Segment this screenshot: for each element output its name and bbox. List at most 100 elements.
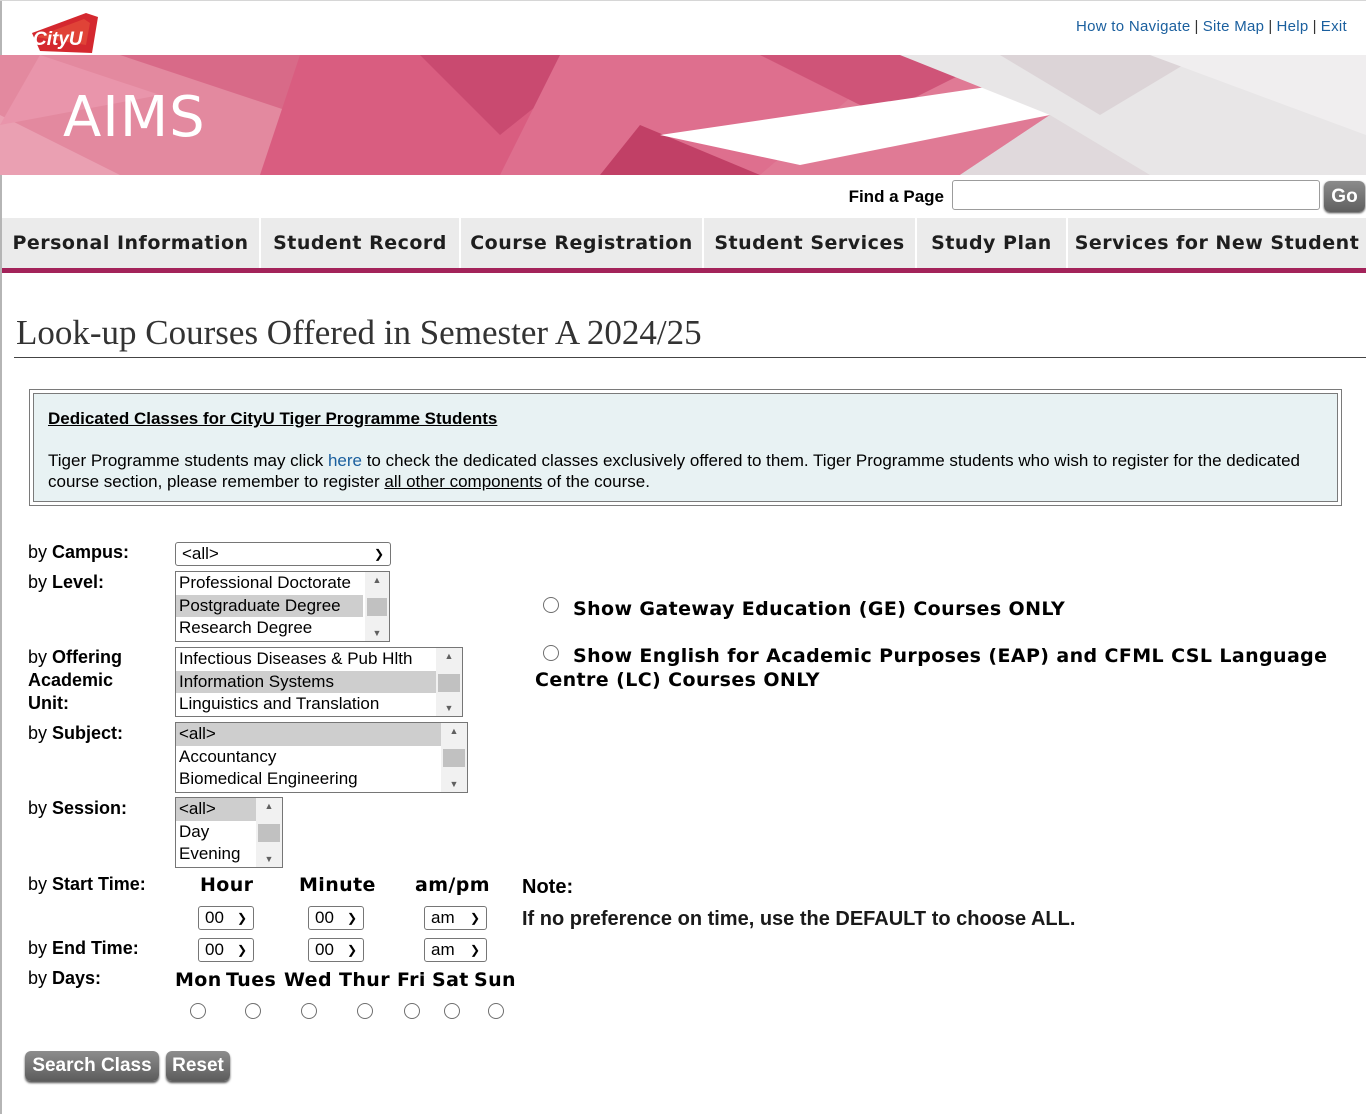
day-mon-radio[interactable] bbox=[190, 1003, 206, 1019]
banner-title: AIMS bbox=[63, 85, 206, 150]
session-listbox[interactable]: <all> Day Evening ▲ ▼ bbox=[175, 797, 283, 868]
tiger-programme-notice: Dedicated Classes for CityU Tiger Progra… bbox=[29, 389, 1342, 506]
list-item[interactable]: Postgraduate Degree bbox=[176, 594, 363, 617]
note-body: If no preference on time, use the DEFAUL… bbox=[522, 908, 1076, 930]
all-other-components-text: all other components bbox=[384, 472, 543, 491]
subject-label: by Subject: bbox=[28, 723, 124, 743]
chevron-down-icon: ❯ bbox=[469, 943, 480, 957]
minute-column-header: Minute bbox=[299, 874, 376, 896]
list-item[interactable]: Biomedical Engineering bbox=[176, 768, 467, 791]
campus-select[interactable]: <all> ❯ bbox=[175, 542, 391, 566]
ge-only-label: Show Gateway Education (GE) Courses ONLY bbox=[573, 598, 1066, 620]
scroll-down-icon[interactable]: ▼ bbox=[441, 776, 467, 792]
list-item[interactable]: Professional Doctorate bbox=[176, 572, 389, 595]
subject-scrollbar[interactable]: ▲ ▼ bbox=[441, 723, 467, 792]
day-sun-radio[interactable] bbox=[488, 1003, 504, 1019]
notice-heading: Dedicated Classes for CityU Tiger Progra… bbox=[48, 409, 498, 428]
aims-banner: AIMS bbox=[0, 55, 1366, 175]
nav-student-record[interactable]: Student Record bbox=[261, 218, 461, 268]
search-class-button[interactable]: Search Class bbox=[25, 1051, 159, 1081]
level-label: by Level: bbox=[28, 572, 105, 592]
logo-text: CityU bbox=[33, 29, 84, 50]
end-minute-select[interactable]: 00 ❯ bbox=[308, 938, 364, 962]
day-thur-radio[interactable] bbox=[357, 1003, 373, 1019]
day-fri-radio[interactable] bbox=[404, 1003, 420, 1019]
end-hour-select[interactable]: 00 ❯ bbox=[198, 938, 254, 962]
top-links: How to Navigate | Site Map | Help | Exit bbox=[1075, 18, 1347, 35]
day-sun-header: Sun bbox=[474, 969, 516, 991]
day-wed-header: Wed bbox=[284, 969, 332, 991]
help-link[interactable]: Help bbox=[1277, 18, 1309, 35]
chevron-down-icon: ❯ bbox=[346, 943, 357, 957]
start-ampm-select[interactable]: am ❯ bbox=[424, 906, 487, 930]
nav-services-for-new-student[interactable]: Services for New Student bbox=[1068, 218, 1366, 268]
level-scrollbar[interactable]: ▲ ▼ bbox=[365, 572, 389, 641]
nav-student-services[interactable]: Student Services bbox=[704, 218, 917, 268]
subject-listbox[interactable]: <all> Accountancy Biomedical Engineering… bbox=[175, 722, 468, 793]
session-label: by Session: bbox=[28, 798, 128, 818]
ge-only-radio[interactable] bbox=[543, 597, 559, 613]
notice-text: Tiger Programme students may click here … bbox=[48, 451, 1300, 491]
main-nav: Personal Information Student Record Cour… bbox=[2, 218, 1366, 273]
offering-academic-unit-label: by Offering Academic Unit: bbox=[28, 647, 123, 713]
site-map-link[interactable]: Site Map bbox=[1203, 18, 1265, 35]
scroll-down-icon[interactable]: ▼ bbox=[436, 700, 462, 716]
day-fri-header: Fri bbox=[397, 969, 426, 991]
list-item[interactable]: Accountancy bbox=[176, 746, 467, 769]
day-sat-radio[interactable] bbox=[444, 1003, 460, 1019]
scroll-down-icon[interactable]: ▼ bbox=[365, 625, 389, 641]
how-to-navigate-link[interactable]: How to Navigate bbox=[1076, 18, 1191, 35]
start-time-label: by Start Time: bbox=[28, 874, 146, 894]
eap-only-label: Show English for Academic Purposes (EAP)… bbox=[535, 645, 1328, 691]
day-wed-radio[interactable] bbox=[301, 1003, 317, 1019]
cityu-logo[interactable]: CityU bbox=[26, 11, 100, 55]
go-button[interactable]: Go bbox=[1324, 181, 1365, 212]
end-time-label: by End Time: bbox=[28, 938, 139, 958]
scroll-up-icon[interactable]: ▲ bbox=[436, 648, 462, 664]
nav-personal-information[interactable]: Personal Information bbox=[2, 218, 261, 268]
list-item[interactable]: <all> bbox=[176, 798, 256, 821]
chevron-down-icon: ❯ bbox=[236, 911, 247, 925]
hour-column-header: Hour bbox=[200, 874, 254, 896]
days-label: by Days: bbox=[28, 968, 102, 988]
list-item[interactable]: Infectious Diseases & Pub Hlth bbox=[176, 648, 462, 671]
scroll-down-icon[interactable]: ▼ bbox=[256, 851, 282, 867]
tiger-here-link[interactable]: here bbox=[328, 451, 362, 470]
list-item[interactable]: Research Degree bbox=[176, 617, 389, 640]
scroll-up-icon[interactable]: ▲ bbox=[256, 798, 282, 814]
chevron-down-icon: ❯ bbox=[373, 547, 384, 561]
exit-link[interactable]: Exit bbox=[1321, 18, 1347, 35]
chevron-down-icon: ❯ bbox=[469, 911, 480, 925]
academic-unit-listbox[interactable]: Infectious Diseases & Pub Hlth Informati… bbox=[175, 647, 463, 717]
top-bar: CityU How to Navigate | Site Map | Help | Exit bbox=[0, 0, 1366, 55]
scroll-up-icon[interactable]: ▲ bbox=[441, 723, 467, 739]
list-item[interactable]: Information Systems bbox=[176, 670, 436, 693]
day-thur-header: Thur bbox=[339, 969, 390, 991]
nav-study-plan[interactable]: Study Plan bbox=[917, 218, 1068, 268]
chevron-down-icon: ❯ bbox=[346, 911, 357, 925]
list-item[interactable]: <all> bbox=[176, 723, 441, 746]
start-hour-select[interactable]: 00 ❯ bbox=[198, 906, 254, 930]
day-mon-header: Mon bbox=[175, 969, 222, 991]
ampm-column-header: am/pm bbox=[415, 874, 490, 896]
note-title: Note: bbox=[522, 876, 574, 898]
find-a-page-label: Find a Page bbox=[848, 187, 944, 206]
level-listbox[interactable]: Professional Doctorate Postgraduate Degr… bbox=[175, 571, 390, 642]
reset-button[interactable]: Reset bbox=[166, 1051, 230, 1081]
session-scrollbar[interactable]: ▲ ▼ bbox=[256, 798, 282, 867]
find-a-page-input[interactable] bbox=[952, 180, 1320, 210]
day-sat-header: Sat bbox=[432, 969, 469, 991]
day-tues-header: Tues bbox=[226, 969, 277, 991]
list-item[interactable]: Linguistics and Translation bbox=[176, 693, 462, 716]
start-minute-select[interactable]: 00 ❯ bbox=[308, 906, 364, 930]
academic-unit-scrollbar[interactable]: ▲ ▼ bbox=[436, 648, 462, 716]
chevron-down-icon: ❯ bbox=[236, 943, 247, 957]
nav-course-registration[interactable]: Course Registration bbox=[461, 218, 704, 268]
page-title: Look-up Courses Offered in Semester A 20… bbox=[16, 313, 702, 352]
day-tues-radio[interactable] bbox=[245, 1003, 261, 1019]
campus-label: by Campus: bbox=[28, 542, 130, 562]
scroll-up-icon[interactable]: ▲ bbox=[365, 572, 389, 588]
end-ampm-select[interactable]: am ❯ bbox=[424, 938, 487, 962]
title-divider bbox=[14, 357, 1366, 358]
find-a-page-bar: Find a Page Go bbox=[766, 178, 1366, 216]
